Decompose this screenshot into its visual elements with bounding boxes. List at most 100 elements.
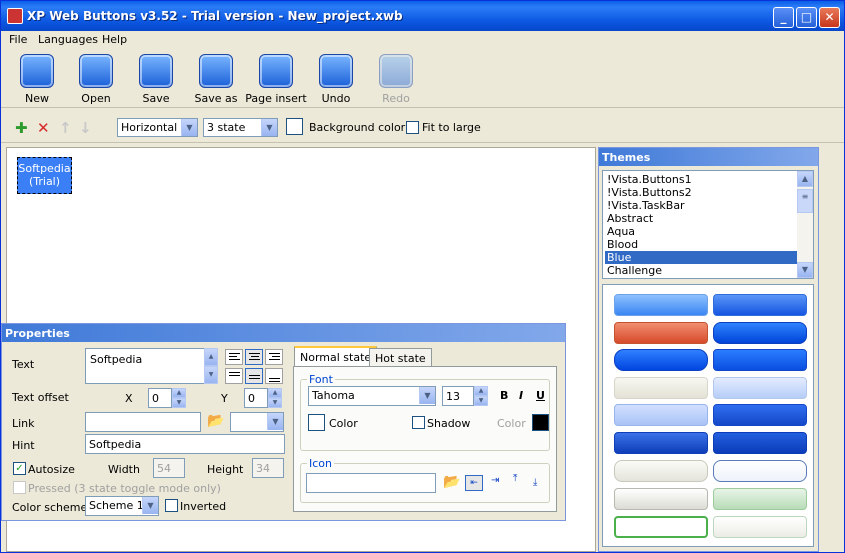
folder-open-icon[interactable]: 📂 [207,413,224,429]
swatch-button[interactable] [614,460,708,482]
italic-button[interactable]: I [519,389,523,402]
folder-open-icon[interactable]: 📂 [443,474,460,490]
preview-button[interactable]: Softpedia (Trial) [17,157,72,194]
link-target-select[interactable]: ▼ [230,412,284,432]
redo-button[interactable]: Redo [364,54,428,106]
move-down-icon[interactable]: ↓ [79,119,92,137]
y-offset-input[interactable]: 0 [244,388,268,408]
scroll-up-icon[interactable]: ▲ [204,348,218,366]
icon-right-button[interactable]: ⇥ [491,475,499,486]
spin-down-icon[interactable]: ▼ [172,398,186,408]
scroll-down-icon[interactable]: ▼ [204,366,218,384]
x-offset-input[interactable]: 0 [148,388,172,408]
swatch-button[interactable] [713,488,807,510]
tab-hot-state[interactable]: Hot state [369,348,432,366]
y-offset-spinner[interactable]: ▲ ▼ [268,388,282,408]
bold-button[interactable]: B [500,389,508,402]
swatch-button[interactable] [713,349,807,371]
spin-down-icon[interactable]: ▼ [474,396,488,406]
swatch-button[interactable] [614,322,708,344]
swatch-button[interactable] [614,432,708,454]
swatch-button[interactable] [614,349,708,371]
shadow-color-swatch[interactable] [532,414,549,431]
icon-left-button[interactable]: ⇤ [465,475,483,491]
theme-item[interactable]: !Vista.TaskBar [605,199,797,212]
shadow-checkbox[interactable] [412,416,425,429]
save-as-button[interactable]: Save as [184,54,248,106]
theme-item[interactable]: Blood [605,238,797,251]
theme-list-scrollbar[interactable]: ▲ ≡ ▼ [797,171,813,278]
theme-item[interactable]: Aqua [605,225,797,238]
font-size-input[interactable]: 13 [442,386,474,406]
swatch-button[interactable] [713,322,807,344]
width-input[interactable]: 54 [153,458,185,478]
swatch-button[interactable] [713,377,807,399]
height-input[interactable]: 34 [252,458,284,478]
pressed-checkbox[interactable] [13,481,26,494]
swatch-button[interactable] [713,516,807,538]
color-scheme-select[interactable]: Scheme 1 ▼ [85,496,159,516]
fit-to-large-checkbox[interactable] [406,121,419,134]
theme-item[interactable]: !Vista.Buttons2 [605,186,797,199]
close-button[interactable]: ✕ [819,7,840,28]
font-size-spinner[interactable]: ▲ ▼ [474,386,488,406]
menu-file[interactable]: File [9,33,27,46]
text-input[interactable]: Softpedia [85,348,206,384]
underline-button[interactable]: U [536,389,545,402]
swatch-button[interactable] [713,432,807,454]
new-button[interactable]: New [5,54,69,106]
theme-list[interactable]: !Vista.Buttons1 !Vista.Buttons2 !Vista.T… [602,170,814,279]
x-offset-spinner[interactable]: ▲ ▼ [172,388,186,408]
icon-path-input[interactable] [306,473,436,493]
swatch-button[interactable] [614,516,708,538]
theme-item[interactable]: Challenge [605,264,797,277]
icon-top-button[interactable]: ⤒ [513,473,517,484]
valign-bottom-button[interactable] [265,368,283,384]
menu-languages[interactable]: Languages [38,33,98,46]
swatch-button[interactable] [614,404,708,426]
swatch-button[interactable] [614,377,708,399]
tab-normal-state[interactable]: Normal state [294,346,378,367]
spin-down-icon[interactable]: ▼ [268,398,282,408]
icon-bottom-button[interactable]: ⤓ [533,477,537,488]
scroll-down-icon[interactable]: ▼ [797,262,813,278]
background-color-swatch[interactable] [286,118,303,135]
align-center-button[interactable] [245,349,263,365]
maximize-button[interactable]: □ [796,7,817,28]
font-color-swatch[interactable] [308,414,325,431]
scroll-thumb[interactable]: ≡ [797,189,813,213]
theme-item-selected[interactable]: Blue [605,251,797,264]
delete-icon[interactable]: ✕ [37,119,50,137]
save-button[interactable]: Save [124,54,188,106]
orientation-select[interactable]: Horizontal ▼ [117,118,198,137]
undo-button[interactable]: Undo [304,54,368,106]
menu-help[interactable]: Help [102,33,127,46]
swatch-button[interactable] [614,294,708,316]
valign-middle-button[interactable] [245,368,263,384]
swatch-button[interactable] [713,404,807,426]
add-icon[interactable]: ✚ [15,119,28,137]
scroll-up-icon[interactable]: ▲ [797,171,813,187]
spin-up-icon[interactable]: ▲ [268,388,282,398]
state-select[interactable]: 3 state ▼ [203,118,278,137]
valign-top-button[interactable] [225,368,243,384]
minimize-button[interactable]: _ [773,7,794,28]
link-input[interactable] [85,412,201,432]
move-up-icon[interactable]: ↑ [59,119,72,137]
align-left-button[interactable] [225,349,243,365]
swatch-button[interactable] [614,488,708,510]
swatch-button[interactable] [713,460,807,482]
autosize-checkbox[interactable]: ✓ [13,462,26,475]
inverted-checkbox[interactable] [165,499,178,512]
spin-up-icon[interactable]: ▲ [172,388,186,398]
theme-item[interactable]: Abstract [605,212,797,225]
open-button[interactable]: Open [64,54,128,106]
font-name-select[interactable]: Tahoma ▼ [308,386,436,406]
align-right-button[interactable] [265,349,283,365]
spin-up-icon[interactable]: ▲ [474,386,488,396]
theme-item[interactable]: !Vista.Buttons1 [605,173,797,186]
text-scroll[interactable]: ▲ ▼ [204,348,218,384]
page-insert-button[interactable]: Page insert [244,54,308,106]
swatch-button[interactable] [713,294,807,316]
hint-input[interactable]: Softpedia [85,434,285,454]
